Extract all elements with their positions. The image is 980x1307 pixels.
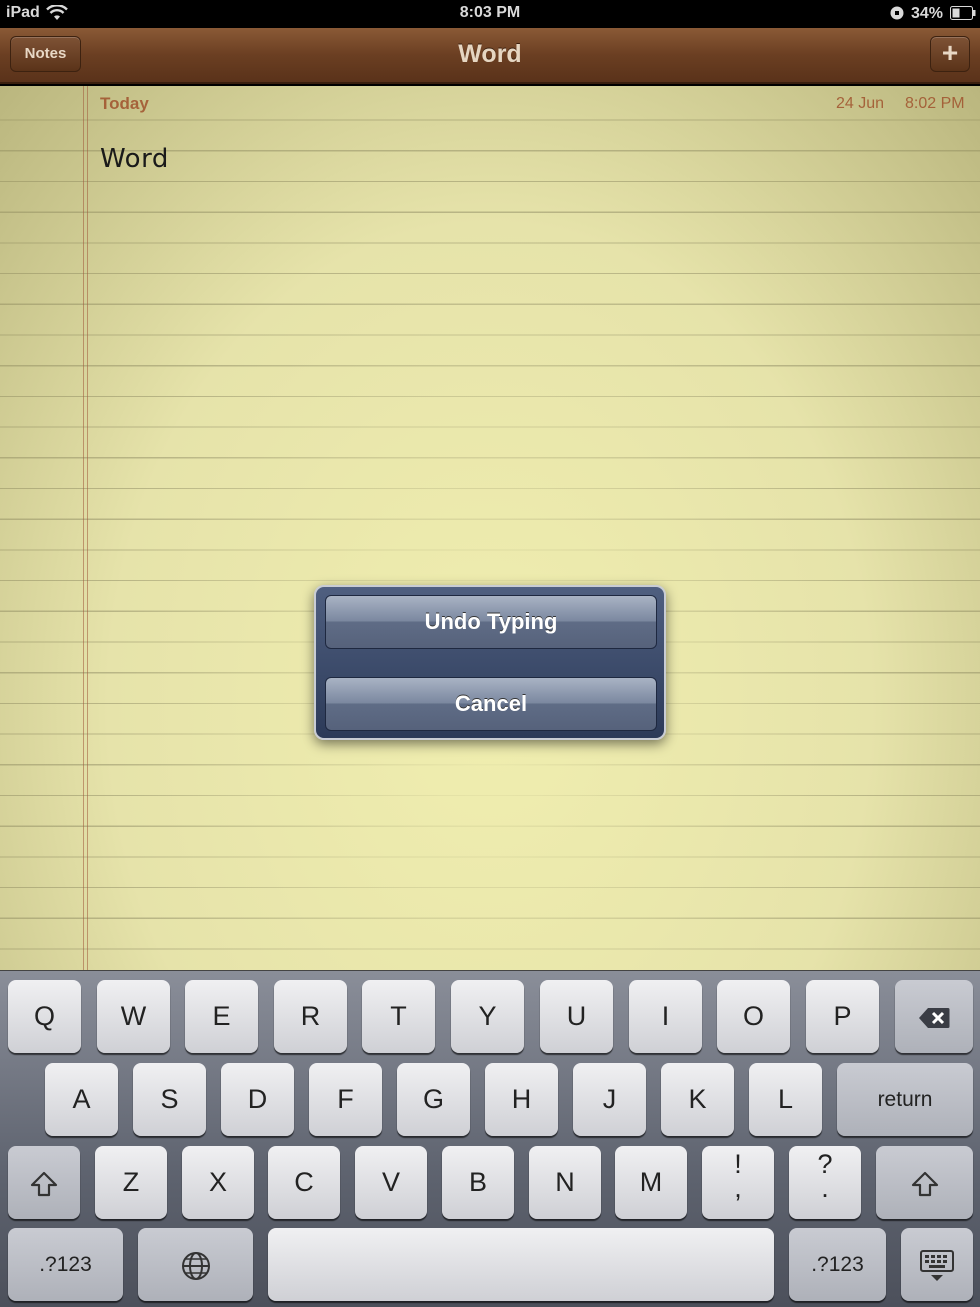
key-e[interactable]: E bbox=[185, 980, 258, 1053]
note-day: Today bbox=[100, 94, 149, 113]
key-h[interactable]: H bbox=[485, 1063, 558, 1136]
key-j[interactable]: J bbox=[573, 1063, 646, 1136]
note-paper[interactable]: Today 24 Jun 8:02 PM Word bbox=[0, 86, 980, 970]
key-g[interactable]: G bbox=[397, 1063, 470, 1136]
cancel-button[interactable]: Cancel bbox=[325, 677, 657, 731]
key-i[interactable]: I bbox=[629, 980, 702, 1053]
nav-bar: Notes Word + bbox=[0, 28, 980, 84]
key-v[interactable]: V bbox=[355, 1146, 427, 1219]
globe-icon bbox=[181, 1249, 211, 1280]
key-question-period[interactable]: ? . bbox=[789, 1146, 861, 1219]
shift-icon bbox=[911, 1167, 939, 1197]
backspace-icon bbox=[918, 1001, 950, 1031]
key-z[interactable]: Z bbox=[95, 1146, 167, 1219]
add-note-button[interactable]: + bbox=[930, 36, 970, 72]
key-n[interactable]: N bbox=[529, 1146, 601, 1219]
key-u[interactable]: U bbox=[540, 980, 613, 1053]
undo-typing-button[interactable]: Undo Typing bbox=[325, 595, 657, 649]
numbers-key-right[interactable]: .?123 bbox=[789, 1228, 886, 1301]
key-r[interactable]: R bbox=[274, 980, 347, 1053]
status-time: 8:03 PM bbox=[459, 4, 521, 21]
key-x[interactable]: X bbox=[182, 1146, 254, 1219]
key-l[interactable]: L bbox=[749, 1063, 822, 1136]
note-body-text[interactable]: Word bbox=[100, 144, 169, 174]
key-c[interactable]: C bbox=[268, 1146, 340, 1219]
note-time: 8:02 PM bbox=[905, 95, 965, 112]
key-exclamation-comma[interactable]: ! , bbox=[702, 1146, 774, 1219]
backspace-key[interactable] bbox=[895, 980, 973, 1053]
key-y[interactable]: Y bbox=[451, 980, 524, 1053]
key-w[interactable]: W bbox=[97, 980, 170, 1053]
key-bottom-char: . bbox=[821, 1173, 829, 1203]
key-s[interactable]: S bbox=[133, 1063, 206, 1136]
globe-key[interactable] bbox=[138, 1228, 253, 1301]
keyboard-dismiss-icon bbox=[919, 1249, 955, 1281]
shift-key-left[interactable] bbox=[8, 1146, 80, 1219]
shift-icon bbox=[30, 1167, 58, 1197]
key-f[interactable]: F bbox=[309, 1063, 382, 1136]
note-date: 24 Jun bbox=[836, 95, 885, 112]
margin-line bbox=[87, 86, 88, 970]
key-t[interactable]: T bbox=[362, 980, 435, 1053]
keyboard: Q W E R T Y U I O P A S D F G H J K L re… bbox=[0, 970, 980, 1307]
status-bar: iPad 8:03 PM 34% bbox=[0, 0, 980, 28]
rotation-lock-icon bbox=[890, 6, 904, 25]
shift-key-right[interactable] bbox=[876, 1146, 973, 1219]
undo-action-sheet: Undo Typing Cancel bbox=[314, 585, 666, 740]
battery-icon bbox=[950, 6, 976, 25]
key-q[interactable]: Q bbox=[8, 980, 81, 1053]
key-b[interactable]: B bbox=[442, 1146, 514, 1219]
space-bar[interactable] bbox=[268, 1228, 774, 1301]
margin-line bbox=[83, 86, 84, 970]
key-o[interactable]: O bbox=[717, 980, 790, 1053]
page-title: Word bbox=[458, 40, 522, 68]
return-key[interactable]: return bbox=[837, 1063, 973, 1136]
dismiss-keyboard-key[interactable] bbox=[901, 1228, 973, 1301]
battery-percent: 34% bbox=[911, 5, 944, 22]
key-p[interactable]: P bbox=[806, 980, 879, 1053]
numbers-key-left[interactable]: .?123 bbox=[8, 1228, 123, 1301]
key-bottom-char: , bbox=[734, 1173, 742, 1203]
key-a[interactable]: A bbox=[45, 1063, 118, 1136]
key-m[interactable]: M bbox=[615, 1146, 687, 1219]
key-k[interactable]: K bbox=[661, 1063, 734, 1136]
key-d[interactable]: D bbox=[221, 1063, 294, 1136]
